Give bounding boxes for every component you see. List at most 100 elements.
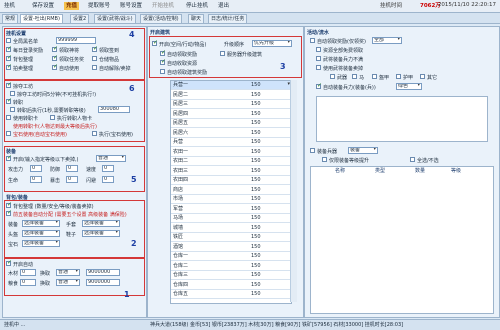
check-horse[interactable]	[352, 74, 357, 79]
bag-select-4[interactable]: 选择装备	[22, 240, 60, 247]
menu-item-stop[interactable]: 停止挂机	[184, 2, 210, 10]
food-select[interactable]: 普通	[56, 279, 80, 286]
check-auto-sell[interactable]	[92, 65, 97, 70]
food-input[interactable]: 0	[20, 279, 36, 286]
wood-input[interactable]: 0	[20, 269, 36, 276]
building-row[interactable]: 仓库三 150	[171, 271, 291, 280]
building-row[interactable]: 兵营一 150	[171, 80, 291, 90]
equip-dodge-input[interactable]: 0	[102, 176, 114, 183]
transfer-value-input[interactable]: 300080	[98, 106, 130, 113]
building-row[interactable]: 仓库二 150	[171, 262, 291, 271]
building-row[interactable]: 仓库五 150	[171, 290, 291, 299]
check-other[interactable]	[420, 74, 425, 79]
check-helmet[interactable]	[372, 74, 377, 79]
check-use-equip-sell[interactable]	[316, 65, 321, 70]
tab-settings-activity[interactable]: 设置(活动/控制)	[140, 14, 182, 23]
check-auction[interactable]	[6, 63, 12, 70]
building-row[interactable]: 军营 150	[171, 205, 291, 214]
tab-logs[interactable]: 日志/统计/任务	[208, 14, 248, 23]
check-weapon[interactable]	[330, 74, 335, 79]
check-plunder-time[interactable]	[10, 91, 15, 96]
tab-general[interactable]: 常规	[2, 14, 19, 23]
check-use-transfer-card[interactable]	[6, 115, 11, 120]
tab-settings-rmb[interactable]: 设置-吐出(RMB)	[20, 14, 63, 23]
building-order-select[interactable]: 优先升级	[252, 40, 292, 47]
equip-weapon-select[interactable]: 装备	[348, 147, 378, 154]
wood-amount[interactable]: 9000000	[86, 269, 120, 276]
building-row[interactable]: 民居五 150	[171, 119, 291, 128]
building-row[interactable]: 仓库四 150	[171, 281, 291, 290]
check-free-resource[interactable]	[316, 47, 321, 52]
check-storage[interactable]	[92, 56, 97, 61]
wood-select[interactable]: 普通	[56, 269, 80, 276]
quality-select[interactable]: 绿色	[396, 83, 422, 90]
check-building-reward[interactable]	[160, 69, 165, 74]
menu-item-extract-account[interactable]: 提取账号	[86, 2, 112, 10]
building-row[interactable]: 城墙 150	[171, 224, 291, 233]
check-auto-equip[interactable]	[316, 82, 322, 89]
bag-select-3[interactable]: 选择装备	[82, 230, 120, 237]
building-row[interactable]: 民居三 150	[171, 100, 291, 109]
bag-select-1[interactable]: 选择装备	[82, 220, 120, 227]
check-claim-general[interactable]	[52, 45, 58, 52]
building-row[interactable]: 市场 150	[171, 195, 291, 204]
activity-select[interactable]: 全部	[372, 37, 402, 44]
building-row[interactable]: 农田四 150	[171, 176, 291, 185]
check-server-upgrade[interactable]	[220, 51, 225, 56]
tab-chat[interactable]: 聊天	[188, 14, 205, 23]
tab-settings-generals[interactable]: 设置(武将/战斗)	[94, 14, 136, 23]
menu-item-hangup[interactable]: 挂机	[2, 2, 17, 10]
equip-hp-input[interactable]: 0	[30, 176, 42, 183]
equip-select[interactable]: 普通	[96, 155, 126, 162]
check-plunder-workshop[interactable]	[6, 81, 12, 88]
building-row[interactable]: 农田一 150	[171, 148, 291, 157]
equip-defense-input[interactable]: 0	[66, 165, 78, 172]
check-select-all[interactable]	[410, 157, 415, 162]
check-equip-weapon[interactable]	[310, 148, 315, 153]
check-exec-transfer-card[interactable]	[50, 115, 55, 120]
building-row[interactable]: 兵营 150	[171, 138, 291, 147]
building-row[interactable]: 农田二 150	[171, 157, 291, 166]
check-auto-claim[interactable]	[310, 38, 315, 43]
check-equip-enable[interactable]	[6, 154, 12, 161]
check-transfer-after[interactable]	[10, 107, 15, 112]
building-table-scrollbar[interactable]	[290, 80, 297, 302]
check-auto-use[interactable]	[52, 63, 58, 70]
equip-speed-input[interactable]: 0	[102, 165, 114, 172]
check-building-enable[interactable]	[152, 39, 158, 46]
menu-item-account-settings[interactable]: 账号设置	[118, 2, 144, 10]
check-bag-line1[interactable]	[6, 201, 12, 208]
building-row[interactable]: 民居二 150	[171, 91, 291, 100]
equip-attack-input[interactable]: 0	[30, 165, 42, 172]
check-signin[interactable]	[92, 45, 98, 52]
menu-item-exit[interactable]: 退出	[216, 2, 231, 10]
equip-crit-input[interactable]: 0	[66, 176, 78, 183]
food-amount[interactable]: 9000000	[86, 279, 120, 286]
check-bag-line2[interactable]	[6, 209, 12, 216]
check-armor[interactable]	[396, 74, 401, 79]
tab-settings-2[interactable]: 设置2	[70, 14, 90, 23]
check-task-reward[interactable]	[52, 54, 58, 61]
building-row[interactable]: 酒馆 150	[171, 243, 291, 252]
bag-select-0[interactable]: 选择装备	[22, 220, 60, 227]
building-row[interactable]: 马场 150	[171, 214, 291, 223]
check-auto-reward[interactable]	[160, 49, 166, 56]
building-row[interactable]: 民居六 150	[171, 129, 291, 138]
check-only-upgrade[interactable]	[322, 157, 327, 162]
check-gem-exec[interactable]	[92, 131, 97, 136]
menu-item-save-settings[interactable]: 保存设置	[30, 2, 56, 10]
check-daily-login[interactable]	[6, 45, 12, 52]
menu-item-start[interactable]: 开始挂机	[150, 2, 176, 10]
check-bag-sort[interactable]	[6, 54, 12, 61]
check-general-equip[interactable]	[316, 56, 321, 61]
building-row[interactable]: 铁匠 150	[171, 233, 291, 242]
check-auto-collect[interactable]	[160, 58, 166, 65]
check-transfer[interactable]	[6, 97, 12, 104]
building-row[interactable]: 商店 150	[171, 186, 291, 195]
building-row[interactable]: 民居四 150	[171, 110, 291, 119]
check-gem-use[interactable]	[6, 131, 11, 136]
bag-select-2[interactable]: 选择装备	[22, 230, 60, 237]
global-blacklist-check[interactable]	[6, 38, 11, 43]
menu-item-recharge[interactable]: 充值	[64, 2, 80, 10]
building-row[interactable]: 仓库一 150	[171, 252, 291, 261]
